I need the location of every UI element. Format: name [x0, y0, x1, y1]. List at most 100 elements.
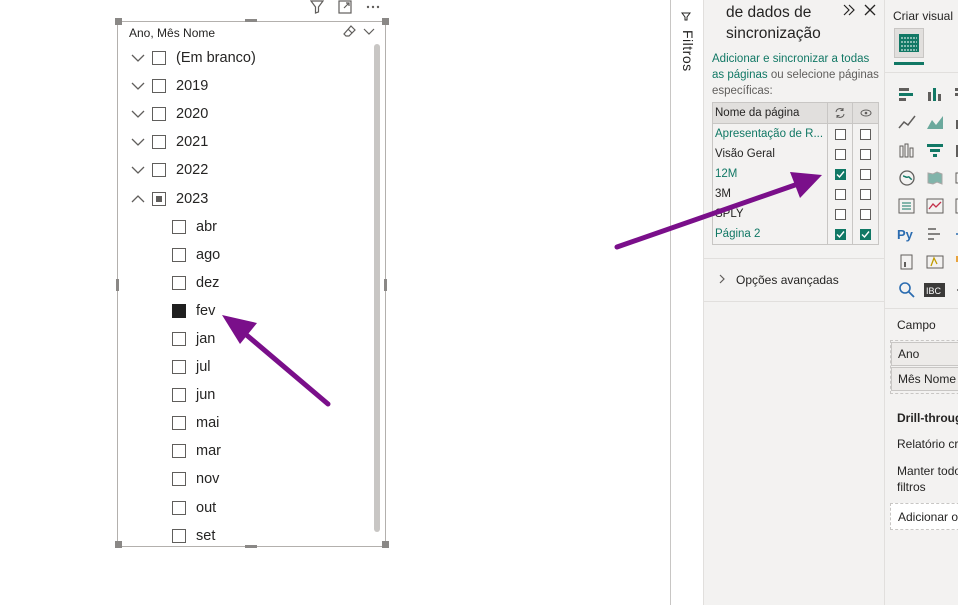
resize-handle[interactable]	[245, 19, 257, 22]
advanced-options-toggle[interactable]: Opções avançadas	[718, 273, 839, 287]
combo-chart-icon[interactable]	[949, 108, 958, 136]
slicer-month-row[interactable]: dez	[118, 269, 376, 297]
resize-handle[interactable]	[384, 279, 387, 291]
filters-label[interactable]: Filtros	[680, 30, 696, 72]
field-pill-ano[interactable]: Ano	[891, 342, 958, 366]
chevron-right-icon[interactable]	[718, 273, 726, 287]
chevron-up-icon[interactable]	[130, 191, 146, 207]
slicer-year-label[interactable]: 2021	[176, 134, 208, 150]
sync-checkbox[interactable]	[834, 208, 846, 220]
slicer-month-row[interactable]: nov	[118, 465, 376, 493]
eraser-icon[interactable]	[343, 24, 357, 41]
visible-checkbox[interactable]	[860, 188, 871, 200]
slicer-month-label[interactable]: jan	[196, 331, 215, 347]
slicer-month-row[interactable]: abr	[118, 213, 376, 241]
line-chart-icon[interactable]	[893, 108, 921, 136]
stacked-bar-icon[interactable]	[893, 80, 921, 108]
slicer-visual[interactable]: Ano, Mês Nome (Em branco) 2019 2020 2021 202…	[117, 21, 386, 547]
chevron-down-icon[interactable]	[363, 25, 375, 40]
resize-handle[interactable]	[382, 541, 389, 548]
close-icon[interactable]	[864, 3, 876, 21]
slicer-year-row[interactable]: 2020	[118, 100, 376, 128]
checkbox[interactable]	[172, 416, 186, 431]
funnel-icon[interactable]	[921, 136, 949, 164]
checkbox[interactable]	[172, 388, 186, 403]
visible-checkbox[interactable]	[860, 128, 871, 140]
slicer-year-row[interactable]: 2023	[118, 184, 376, 212]
focus-mode-icon[interactable]	[336, 0, 354, 18]
checkbox[interactable]	[172, 275, 186, 290]
smart-narrative-icon[interactable]: IBC	[921, 276, 949, 304]
qna-icon[interactable]	[893, 276, 921, 304]
paginated-report-icon[interactable]	[893, 248, 921, 276]
checkbox[interactable]	[172, 528, 186, 543]
chevron-down-icon[interactable]	[130, 50, 146, 66]
ribbon-chart-icon[interactable]	[893, 136, 921, 164]
card-icon[interactable]	[949, 192, 958, 220]
filled-map-icon[interactable]	[921, 164, 949, 192]
slicer-visual-icon[interactable]	[894, 28, 924, 58]
slicer-month-row[interactable]: jun	[118, 381, 376, 409]
slicer-month-label[interactable]: nov	[196, 471, 219, 487]
chevron-left-icon[interactable]	[681, 10, 691, 24]
slicer-month-label[interactable]: mar	[196, 443, 221, 459]
filters-pane-tab[interactable]: Filtros	[671, 0, 704, 605]
clustered-bar-icon[interactable]	[949, 80, 958, 108]
advanced-options-label[interactable]: Opções avançadas	[736, 273, 839, 287]
field-pill-mes-nome[interactable]: Mês Nome	[891, 367, 958, 391]
table-icon[interactable]	[893, 192, 921, 220]
power-apps-icon[interactable]	[921, 248, 949, 276]
column-chart-icon[interactable]	[921, 80, 949, 108]
sync-checkbox[interactable]	[834, 128, 846, 140]
checkbox[interactable]	[172, 444, 186, 459]
checkbox[interactable]	[152, 51, 166, 66]
more-options-icon[interactable]	[364, 0, 382, 18]
checkbox[interactable]	[172, 303, 186, 318]
visible-checkbox[interactable]	[860, 208, 871, 220]
slicer-month-label[interactable]: set	[196, 528, 215, 544]
slicer-month-row[interactable]: fev	[118, 297, 376, 325]
chevron-down-icon[interactable]	[130, 134, 146, 150]
slicer-year-row[interactable]: (Em branco)	[118, 44, 376, 72]
slicer-year-row[interactable]: 2019	[118, 72, 376, 100]
more-visuals-icon[interactable]	[949, 276, 958, 304]
resize-handle[interactable]	[115, 541, 122, 548]
checkbox[interactable]	[172, 500, 186, 515]
checkbox[interactable]	[172, 472, 186, 487]
resize-handle[interactable]	[115, 18, 122, 25]
checkbox[interactable]	[172, 331, 186, 346]
slicer-month-label[interactable]: out	[196, 500, 216, 516]
slicer-month-row[interactable]: jul	[118, 353, 376, 381]
resize-handle[interactable]	[116, 279, 119, 291]
python-visual-icon[interactable]: Py	[893, 220, 921, 248]
checkbox[interactable]	[152, 135, 166, 150]
chevron-down-icon[interactable]	[130, 106, 146, 122]
slicer-month-row[interactable]: mai	[118, 409, 376, 437]
sync-checkbox[interactable]	[834, 188, 846, 200]
visible-checkbox[interactable]	[860, 148, 871, 160]
resize-handle[interactable]	[245, 545, 257, 548]
waterfall-icon[interactable]	[949, 136, 958, 164]
checkbox[interactable]	[172, 360, 186, 375]
slicer-month-row[interactable]: jan	[118, 325, 376, 353]
slicer-month-row[interactable]: ago	[118, 241, 376, 269]
sync-checkbox[interactable]	[834, 148, 846, 160]
slicer-year-label[interactable]: 2023	[176, 191, 208, 207]
visible-checkbox[interactable]	[860, 168, 871, 180]
checkbox[interactable]	[172, 247, 186, 262]
slicer-year-row[interactable]: 2021	[118, 128, 376, 156]
slicer-year-label[interactable]: 2022	[176, 162, 208, 178]
slicer-month-label[interactable]: jul	[196, 359, 211, 375]
slicer-month-label[interactable]: abr	[196, 219, 217, 235]
filter-icon[interactable]	[308, 0, 326, 18]
slicer-year-row[interactable]: 2022	[118, 156, 376, 184]
sync-checkbox[interactable]	[834, 168, 846, 180]
slicer-month-label[interactable]: mai	[196, 415, 219, 431]
checkbox[interactable]	[152, 79, 166, 94]
slicer-year-label[interactable]: (Em branco)	[176, 50, 256, 66]
area-chart-icon[interactable]	[921, 108, 949, 136]
power-automate-icon[interactable]	[949, 248, 958, 276]
kpi-icon[interactable]	[921, 192, 949, 220]
slicer-year-label[interactable]: 2020	[176, 106, 208, 122]
resize-handle[interactable]	[382, 18, 389, 25]
